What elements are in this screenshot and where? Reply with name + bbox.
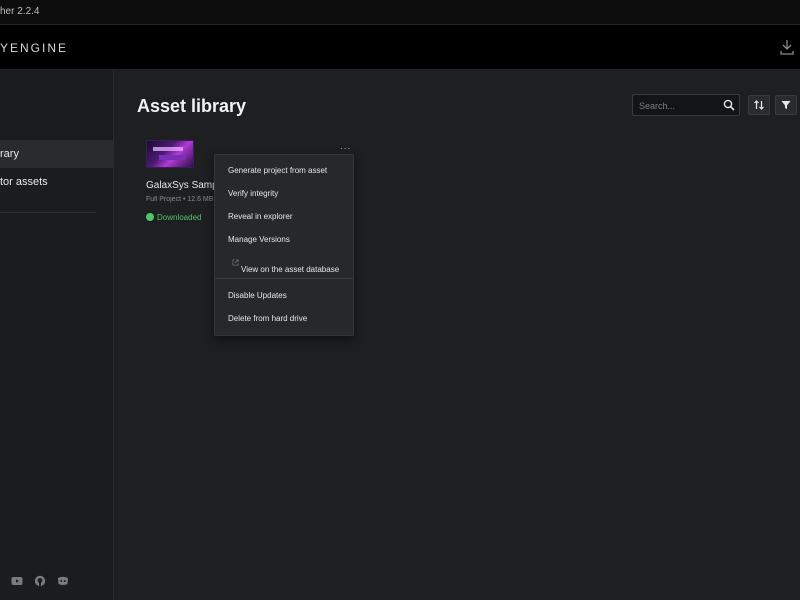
menu-item-label-wrap: View on the asset database (228, 258, 339, 274)
engine-logo: YENGINE (0, 41, 69, 55)
menu-item-manage-versions[interactable]: Manage Versions (215, 228, 353, 250)
menu-item-label: Manage Versions (228, 235, 290, 244)
more-options-button[interactable]: ... (340, 141, 351, 152)
external-link-icon (232, 259, 239, 266)
sidebar-item-label: rary (0, 148, 19, 160)
menu-item-label: View on the asset database (241, 265, 340, 274)
search-input[interactable] (637, 98, 725, 114)
menu-item-label: Verify integrity (228, 189, 279, 198)
menu-item-label: Reveal in explorer (228, 212, 293, 221)
sidebar: rary tor assets (0, 70, 114, 600)
download-icon[interactable] (780, 39, 794, 55)
github-icon[interactable] (34, 575, 46, 587)
sort-icon (754, 100, 764, 110)
sidebar-item-label: tor assets (0, 176, 48, 188)
menu-item-disable-updates[interactable]: Disable Updates (215, 284, 353, 306)
menu-item-view-on-database[interactable]: View on the asset database (215, 251, 353, 274)
asset-meta: Full Project • 12.6 MB (146, 196, 214, 203)
sidebar-divider (0, 212, 96, 213)
menu-item-verify-integrity[interactable]: Verify integrity (215, 182, 353, 204)
menu-item-delete-from-drive[interactable]: Delete from hard drive (215, 307, 353, 329)
asset-name: GalaxSys Sample (146, 180, 216, 191)
discord-icon[interactable] (57, 575, 69, 587)
menu-item-reveal-in-explorer[interactable]: Reveal in explorer (215, 205, 353, 227)
status-badge: Downloaded (146, 212, 202, 222)
page-title: Asset library (137, 96, 247, 116)
status-label: Downloaded (157, 213, 202, 222)
menu-item-label: Delete from hard drive (228, 314, 308, 323)
youtube-icon[interactable] (11, 575, 23, 587)
window-titlebar: her 2.2.4 (0, 0, 800, 25)
menu-item-label: Generate project from asset (228, 166, 328, 175)
menu-item-label: Disable Updates (228, 291, 287, 300)
filter-button[interactable] (775, 95, 797, 115)
context-menu: Generate project from asset Verify integ… (214, 154, 354, 336)
search-icon[interactable] (723, 99, 735, 111)
search-box[interactable] (632, 94, 740, 116)
menu-item-generate-project[interactable]: Generate project from asset (215, 159, 353, 181)
sidebar-item-creator-assets[interactable]: tor assets (0, 168, 113, 196)
filter-icon (781, 101, 791, 109)
sort-button[interactable] (748, 95, 770, 115)
check-circle-icon (146, 212, 154, 221)
menu-divider (215, 278, 353, 279)
sidebar-item-library[interactable]: rary (0, 140, 113, 168)
top-bar: YENGINE (0, 25, 800, 70)
window-title: her 2.2.4 (0, 6, 40, 17)
asset-thumbnail[interactable] (146, 140, 194, 168)
